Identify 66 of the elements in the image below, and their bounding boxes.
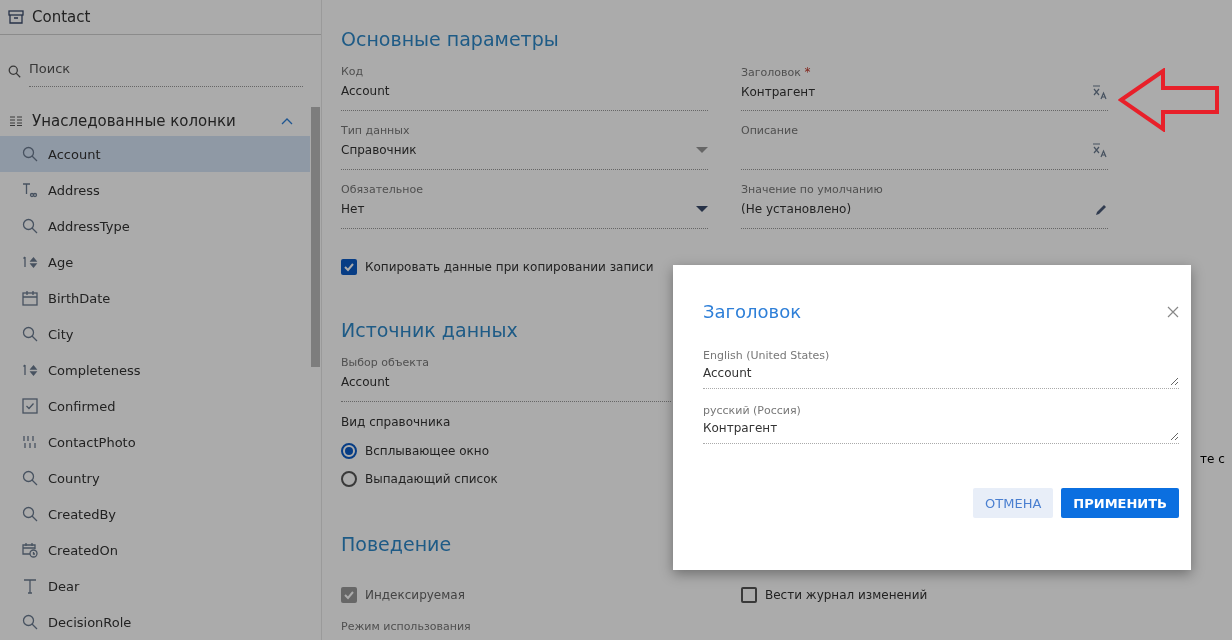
number-icon [22,362,38,378]
column-item[interactable]: AddressType [0,208,310,244]
radio-button[interactable] [341,471,357,487]
checkbox-label: Вести журнал изменений [765,588,928,602]
column-item[interactable]: ContactPhoto [0,424,310,460]
apply-button[interactable]: ПРИМЕНИТЬ [1061,488,1179,518]
column-item[interactable]: Age [0,244,310,280]
group-label: Унаследованные колонки [32,112,237,131]
checkbox[interactable] [341,259,357,275]
field-label: English (United States) [703,348,831,364]
scrollbar-thumb[interactable] [311,107,320,367]
close-icon[interactable] [1167,305,1179,318]
binary-icon [22,434,38,450]
search-icon [8,65,21,79]
search-icon [22,470,38,486]
checkbox-label: Индексируемая [365,588,465,602]
dialog-title: Заголовок [703,301,802,322]
calendar-clock-icon [22,542,38,558]
section-title: Основные параметры [341,28,560,50]
form-field[interactable]: Обязательное Нет [341,182,708,229]
chevron-icon[interactable] [281,117,293,126]
search-icon [22,506,38,522]
search-icon [22,218,38,234]
column-item[interactable]: Completeness [0,352,310,388]
calendar-icon [22,290,38,306]
radio-group-label: Вид справочника [341,415,451,429]
radio-label: Выпадающий список [365,472,498,486]
search-icon [22,146,38,162]
translate-icon[interactable] [1092,142,1108,158]
column-item[interactable]: Account [0,136,310,172]
section-title: Поведение [341,533,453,555]
entity-title: Contact [32,7,91,26]
checkbox-label: Копировать данные при копировании записи [365,260,654,274]
field-label: русский (Россия) [703,403,802,419]
column-item[interactable]: CreatedOn [0,532,310,568]
form-field[interactable]: Код Account [341,64,708,111]
search-icon [22,614,38,630]
form-field[interactable]: Значение по умолчанию (Не установлено) [741,182,1108,229]
translate-icon[interactable] [1092,84,1108,100]
column-item[interactable]: Country [0,460,310,496]
text-icon [22,578,38,594]
cut-off-text: те с [1200,452,1225,466]
column-item[interactable]: CreatedBy [0,496,310,532]
column-item[interactable]: BirthDate [0,280,310,316]
radio-label: Всплывающее окно [365,444,489,458]
form-field[interactable]: Выбор объекта Account [341,355,671,402]
column-item[interactable]: Confirmed [0,388,310,424]
section-title: Источник данных [341,319,519,341]
checkbox[interactable] [741,587,757,603]
checkbox-icon [22,398,38,414]
pencil-icon[interactable] [1095,202,1108,216]
radio-button[interactable] [341,443,357,459]
list-icon [10,116,22,127]
long-text-icon [22,182,38,198]
search-icon [22,326,38,342]
number-icon [22,254,38,270]
column-item[interactable]: Address [0,172,310,208]
dropdown-caret-icon[interactable] [696,206,708,212]
column-item[interactable]: Dear [0,568,310,604]
field-label: Режим использования [341,619,472,635]
archive-box-icon [8,9,24,24]
search-field[interactable]: Поиск [29,56,303,87]
column-item[interactable]: City [0,316,310,352]
form-field[interactable]: Заголовок * Контрагент [741,64,1108,111]
column-item[interactable]: DecisionRole [0,604,310,640]
form-field[interactable]: Описание [741,123,1108,170]
